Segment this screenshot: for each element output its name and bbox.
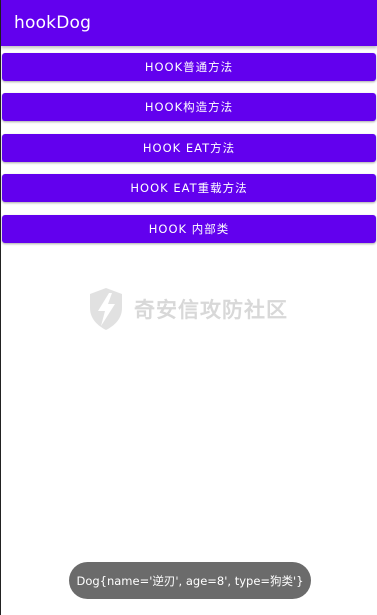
hook-normal-method-button[interactable]: HOOK普通方法 xyxy=(2,53,376,81)
watermark: 奇安信攻防社区 xyxy=(86,286,288,332)
window-edge xyxy=(0,0,1,615)
hook-inner-class-button[interactable]: HOOK 内部类 xyxy=(2,215,376,243)
app-title: hookDog xyxy=(14,13,92,33)
hook-eat-method-button[interactable]: HOOK EAT方法 xyxy=(2,134,376,162)
app-bar: hookDog xyxy=(1,0,377,46)
hook-eat-overload-button[interactable]: HOOK EAT重载方法 xyxy=(2,174,376,202)
toast-message: Dog{name='逆刃', age=8', type=狗类'} xyxy=(69,562,311,599)
watermark-text: 奇安信攻防社区 xyxy=(134,298,288,322)
hook-constructor-button[interactable]: HOOK构造方法 xyxy=(2,93,376,121)
shield-logo-icon xyxy=(90,288,122,330)
